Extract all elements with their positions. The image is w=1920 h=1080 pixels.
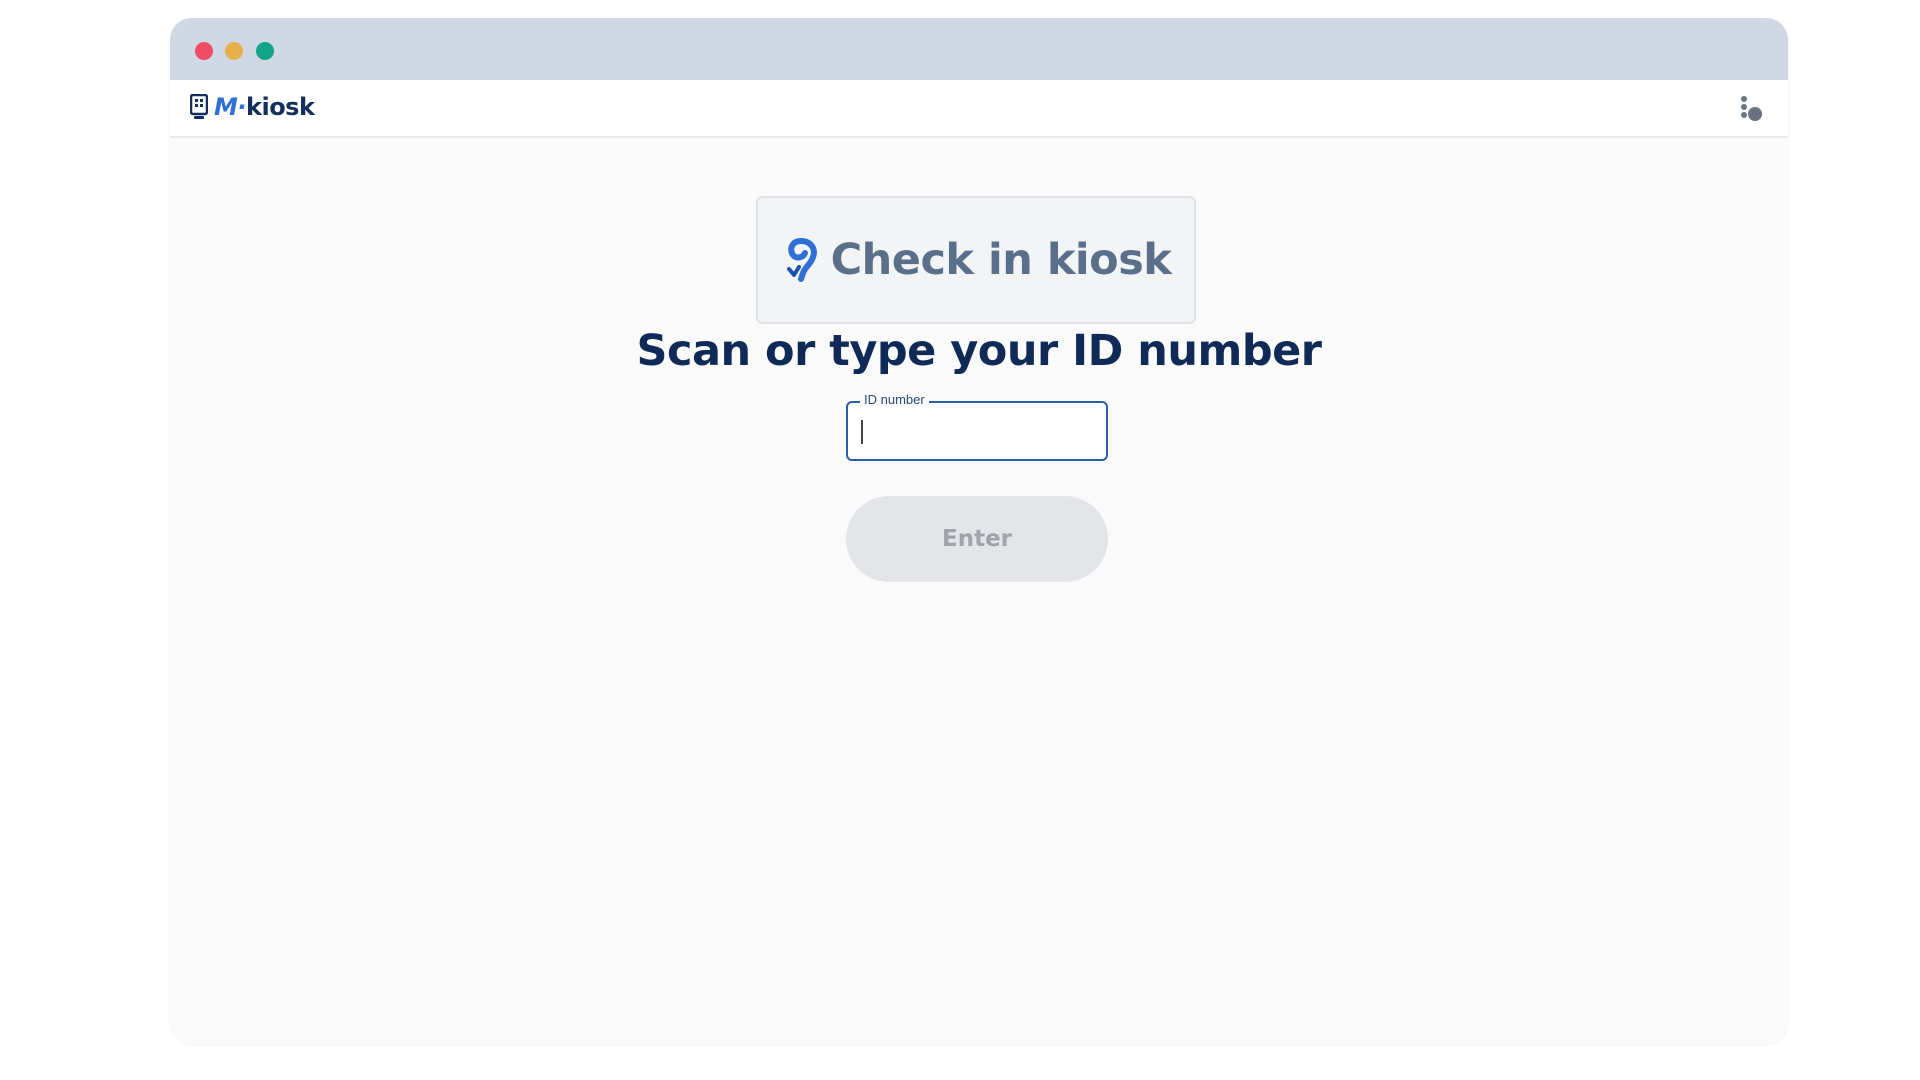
close-window-button[interactable] bbox=[195, 42, 213, 60]
checkin-logo-icon bbox=[786, 238, 817, 282]
app-header: M·kiosk bbox=[170, 80, 1788, 138]
maximize-window-button[interactable] bbox=[256, 42, 274, 60]
card-title: Check in kiosk bbox=[830, 235, 1172, 285]
window-titlebar bbox=[170, 18, 1788, 80]
user-menu-icon[interactable] bbox=[1738, 94, 1766, 124]
id-number-label: ID number bbox=[860, 392, 929, 407]
kiosk-device-icon bbox=[190, 94, 208, 119]
logo-text: M·kiosk bbox=[214, 93, 315, 121]
page-heading: Scan or type your ID number bbox=[636, 326, 1322, 376]
id-number-field[interactable]: ID number bbox=[846, 392, 1108, 461]
minimize-window-button[interactable] bbox=[225, 42, 243, 60]
enter-button[interactable]: Enter bbox=[846, 496, 1108, 582]
app-logo[interactable]: M·kiosk bbox=[190, 92, 315, 122]
browser-window: M·kiosk Check in kiosk Scan or type your… bbox=[170, 18, 1788, 1044]
main-content: Check in kiosk Scan or type your ID numb… bbox=[170, 138, 1788, 1044]
id-number-input[interactable] bbox=[858, 415, 1098, 449]
checkin-kiosk-card: Check in kiosk bbox=[756, 196, 1196, 324]
text-cursor bbox=[861, 420, 863, 444]
